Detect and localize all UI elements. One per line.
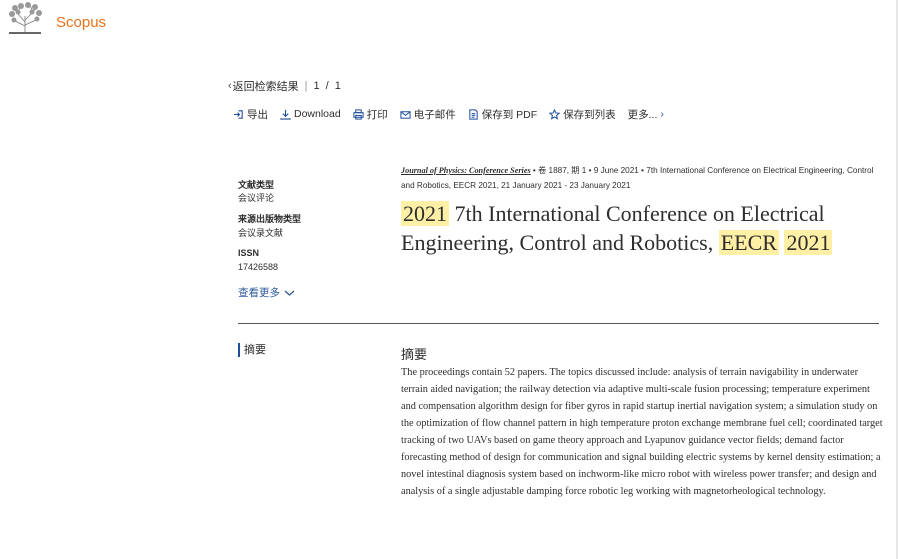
star-icon — [549, 108, 561, 120]
issn-value: 17426588 — [238, 262, 279, 272]
print-button[interactable]: 打印 — [353, 107, 388, 122]
print-label: 打印 — [366, 108, 388, 121]
back-to-results-link[interactable]: 返回检索结果 — [233, 78, 299, 94]
export-button[interactable]: 导出 — [233, 107, 268, 122]
breadcrumb: ‹ 返回检索结果 | 1 / 1 — [228, 78, 341, 94]
more-button[interactable]: 更多... › — [628, 107, 664, 122]
doc-type-label: 文献类型 — [238, 180, 275, 190]
document-title: 2021 7th International Conference on Ele… — [401, 199, 881, 257]
source-type-label: 来源出版物类型 — [238, 214, 302, 224]
download-button[interactable]: Download — [280, 108, 341, 120]
title-highlight-year: 2021 — [401, 201, 449, 226]
export-label: 导出 — [247, 108, 268, 121]
email-button[interactable]: 电子邮件 — [400, 107, 456, 122]
view-more-label: 查看更多 — [238, 287, 280, 299]
doc-type-value: 会议评论 — [238, 193, 275, 203]
total-pages: 1 — [334, 80, 341, 92]
abstract-text: The proceedings contain 52 papers. The t… — [401, 367, 883, 497]
export-icon — [233, 109, 243, 119]
issn-label: ISSN — [238, 248, 260, 258]
more-label: 更多... — [627, 108, 658, 121]
download-label: Download — [294, 108, 341, 120]
page-separator: / — [325, 80, 329, 92]
save-pdf-button[interactable]: 保存到 PDF — [468, 107, 537, 122]
document-toolbar: 导出 Download 打印 电子邮件 保存到 PDF 保存到列表 更多... … — [233, 106, 664, 122]
breadcrumb-divider: | — [304, 80, 308, 92]
mail-icon — [400, 110, 411, 119]
download-icon — [280, 109, 291, 120]
chevron-down-icon — [284, 290, 295, 296]
title-highlight-acronym: EECR — [718, 230, 779, 255]
view-more-button[interactable]: 查看更多 — [238, 285, 295, 300]
email-label: 电子邮件 — [413, 108, 456, 121]
source-info: Journal of Physics: Conference Series • … — [401, 163, 881, 193]
save-pdf-label: 保存到 PDF — [481, 108, 538, 121]
printer-icon — [353, 108, 364, 120]
scopus-brand[interactable]: Scopus — [56, 14, 106, 31]
volume-issue: 卷 1887, 期 1 — [538, 166, 587, 175]
source-type-value: 会议录文献 — [238, 228, 284, 238]
title-highlight-year2: 2021 — [784, 230, 833, 255]
publication-date: 9 June 2021 — [593, 166, 639, 175]
chevron-right-icon: › — [660, 108, 664, 120]
pdf-icon — [469, 108, 478, 120]
abstract-nav-tab[interactable]: 摘要 — [238, 343, 266, 357]
section-divider — [238, 323, 879, 324]
abstract-heading: 摘要 — [401, 347, 428, 362]
chevron-left-icon[interactable]: ‹ — [228, 80, 232, 92]
save-list-label: 保存到列表 — [563, 108, 616, 121]
current-page: 1 — [313, 80, 320, 92]
journal-link[interactable]: Journal of Physics: Conference Series — [401, 166, 531, 175]
elsevier-tree-logo-icon[interactable] — [6, 2, 44, 35]
save-to-list-button[interactable]: 保存到列表 — [549, 107, 616, 122]
